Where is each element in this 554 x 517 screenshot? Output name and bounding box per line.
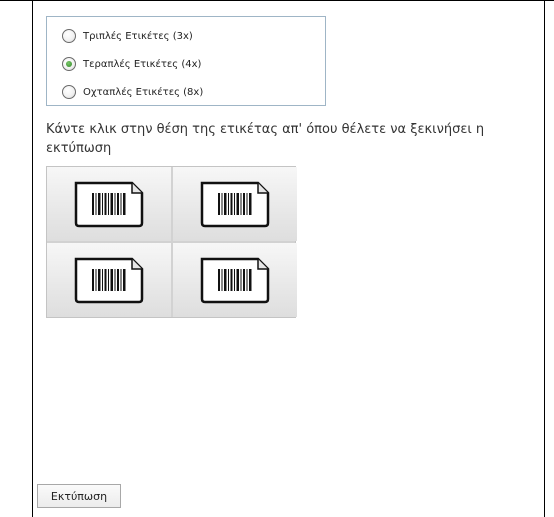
radio-option-quadruple[interactable]: Τεραπλές Ετικέτες (4x) xyxy=(62,55,201,73)
label-type-group: Τριπλές Ετικέτες (3x) Τεραπλές Ετικέτες … xyxy=(46,16,326,106)
label-position-2[interactable] xyxy=(173,167,297,241)
radio-option-triple[interactable]: Τριπλές Ετικέτες (3x) xyxy=(62,27,193,45)
barcode-label-icon xyxy=(74,257,144,304)
label-position-grid xyxy=(46,166,297,318)
radio-button-selected[interactable] xyxy=(62,57,76,71)
radio-label: Τριπλές Ετικέτες (3x) xyxy=(83,30,193,42)
instruction-text: Κάντε κλικ στην θέση της ετικέτας απ' όπ… xyxy=(46,122,485,156)
radio-label: Οχταπλές Ετικέτες (8x) xyxy=(83,86,204,98)
radio-button[interactable] xyxy=(62,85,76,99)
label-position-4[interactable] xyxy=(173,243,297,317)
barcode-label-icon xyxy=(200,257,270,304)
radio-label: Τεραπλές Ετικέτες (4x) xyxy=(83,58,202,70)
barcode-label-icon xyxy=(74,181,144,228)
label-position-3[interactable] xyxy=(47,243,171,317)
print-button[interactable]: Εκτύπωση xyxy=(37,484,121,508)
app-window: Τριπλές Ετικέτες (3x) Τεραπλές Ετικέτες … xyxy=(0,0,554,517)
radio-button[interactable] xyxy=(62,29,76,43)
barcode-label-icon xyxy=(200,181,270,228)
label-position-1[interactable] xyxy=(47,167,171,241)
window-right-border xyxy=(544,0,545,517)
radio-option-octuple[interactable]: Οχταπλές Ετικέτες (8x) xyxy=(62,83,203,101)
window-left-border xyxy=(32,0,33,517)
window-top-border xyxy=(0,0,554,1)
